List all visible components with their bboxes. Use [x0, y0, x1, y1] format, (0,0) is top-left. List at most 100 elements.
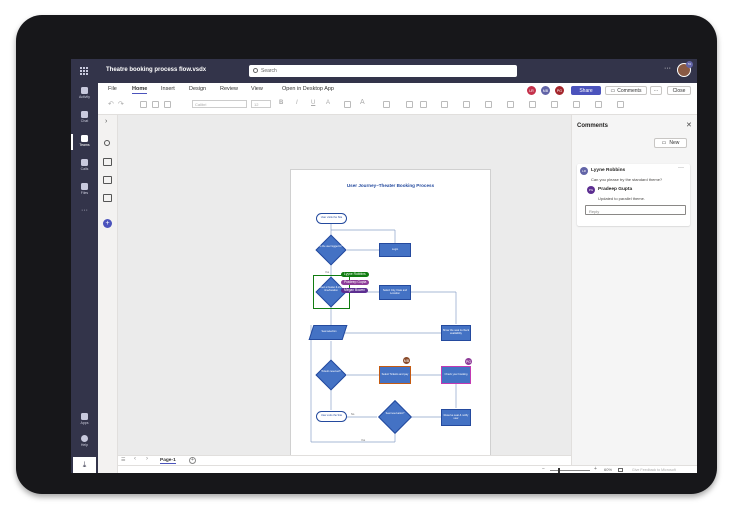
shape-style-icon[interactable] [441, 101, 448, 108]
tablet-frame: Theatre booking process flow.vsdx Search… [16, 15, 717, 494]
comments-button[interactable]: ▭ Comments [605, 86, 647, 95]
share-label: Share [579, 87, 593, 94]
tab-file[interactable]: File [108, 86, 117, 92]
shape-booking-confirm[interactable]: Check your booking [441, 366, 471, 384]
page-list-icon[interactable]: ☰ [121, 457, 125, 463]
ribbon-more-button[interactable]: ··· [650, 86, 662, 95]
tab-view[interactable]: View [251, 86, 263, 92]
layers-icon[interactable] [551, 101, 558, 108]
download-icon[interactable]: ⤓ [73, 457, 96, 473]
drawing-canvas[interactable]: User Journey–Theater Booking Process Use… [118, 115, 571, 459]
shape-select-city[interactable]: Select City, Date and Location [379, 285, 411, 300]
open-in-desktop-button[interactable]: Open in Desktop App [282, 86, 334, 92]
yes-label-2: Yes [361, 439, 366, 442]
new-comment-icon: ▭ [661, 140, 667, 146]
shape-start[interactable]: User visits the Site [316, 213, 347, 224]
close-comments-icon[interactable]: ✕ [686, 121, 692, 129]
page-tabs-bar: ☰ ‹ › Page-1 + [118, 455, 571, 465]
app-launcher-icon[interactable] [80, 67, 88, 75]
collab-bubble-pg: PG [464, 357, 473, 366]
presence-avatar-1[interactable]: LR [526, 85, 537, 96]
shape-select-tickets[interactable]: Select Ticket/s and pay [379, 366, 411, 384]
cursor-tag-lyyne: Lyyne Robbins [341, 272, 369, 278]
line-icon[interactable] [420, 101, 427, 108]
zoom-slider[interactable] [550, 469, 590, 471]
bold-button[interactable]: B [279, 100, 283, 106]
prev-page-button[interactable]: ‹ [134, 456, 136, 462]
underline-button[interactable]: U [311, 100, 315, 106]
select-icon[interactable] [617, 101, 624, 108]
shape-user-exits[interactable]: User exits the Site [316, 411, 347, 422]
font-size-select[interactable]: 12 [251, 100, 271, 108]
ribbon: File Home Insert Design Review View Open… [98, 83, 697, 115]
fit-page-icon[interactable] [618, 467, 623, 472]
zoom-slider-thumb[interactable] [558, 467, 560, 473]
rail-item-apps[interactable]: Apps [71, 413, 98, 425]
basic-shapes-icon[interactable] [103, 158, 112, 166]
tab-design[interactable]: Design [189, 86, 206, 92]
zoom-out-button[interactable]: − [542, 466, 545, 472]
tab-review[interactable]: Review [220, 86, 238, 92]
grow-font-button[interactable]: A [360, 99, 365, 106]
shape-login[interactable]: Login [379, 243, 411, 257]
shape-extra[interactable]: Reserve seat & notify user [441, 409, 471, 426]
rail-item-teams[interactable]: Teams [71, 135, 98, 147]
italic-button[interactable]: I [296, 100, 298, 106]
zoom-in-button[interactable]: + [594, 466, 597, 472]
user-status-badge: TA [686, 61, 693, 68]
paste-icon[interactable] [164, 101, 171, 108]
rail-item-activity[interactable]: Activity [71, 87, 98, 99]
align-icon[interactable] [383, 101, 390, 108]
comment-thread-card[interactable]: LR Lyyne Robbins ··· Can you please try … [577, 164, 690, 226]
redo-icon[interactable]: ↷ [118, 100, 124, 108]
search-shapes-icon[interactable] [104, 140, 110, 146]
seat-selection-label: Seat selection [321, 330, 337, 333]
presence-avatar-3[interactable]: PG [554, 85, 565, 96]
stencil-icon[interactable] [103, 194, 112, 202]
presence-avatar-2[interactable]: MB [540, 85, 551, 96]
group-icon[interactable] [529, 101, 536, 108]
zoom-level[interactable]: 60% [604, 467, 612, 472]
rail-item-chat[interactable]: Chat [71, 111, 98, 123]
expand-panel-icon[interactable]: › [105, 118, 107, 125]
arrange-icon[interactable] [507, 101, 514, 108]
position-icon[interactable] [485, 101, 492, 108]
rail-item-help[interactable]: Help [71, 435, 98, 447]
drawing-page[interactable]: User Journey–Theater Booking Process Use… [290, 169, 491, 459]
more-options-button[interactable]: ··· [664, 65, 671, 72]
text-box-icon[interactable] [344, 101, 351, 108]
cut-icon[interactable] [140, 101, 147, 108]
decision-seat-label: Seat reservation? [385, 412, 405, 415]
comments-title: Comments [577, 123, 609, 129]
rail-item-more[interactable]: ··· [71, 207, 98, 214]
editing-icon[interactable] [595, 101, 602, 108]
share-button[interactable]: Share [571, 86, 601, 95]
connector-icon[interactable] [463, 101, 470, 108]
rail-item-calls[interactable]: Calls [71, 159, 98, 171]
rail-item-files[interactable]: Files [71, 183, 98, 195]
tab-insert[interactable]: Insert [161, 86, 175, 92]
comment-icon: ▭ [610, 87, 616, 94]
new-comment-button[interactable]: ▭ New [654, 138, 687, 148]
next-page-button[interactable]: › [146, 456, 148, 462]
comment-more-button[interactable]: ··· [678, 165, 684, 171]
undo-icon[interactable]: ↶ [108, 100, 114, 108]
fill-icon[interactable] [406, 101, 413, 108]
user-avatar[interactable]: TA [677, 61, 693, 77]
reply-input[interactable]: Reply [585, 205, 686, 215]
feedback-link[interactable]: Give Feedback to Microsoft [632, 468, 676, 472]
font-name-select[interactable]: Calibri [192, 100, 247, 108]
add-page-button[interactable]: + [189, 456, 196, 464]
shape-show-seats[interactable]: Show the seat & check availability [441, 325, 471, 341]
search-box[interactable]: Search [249, 65, 517, 77]
flowchart-shapes-icon[interactable] [103, 176, 112, 184]
copy-icon[interactable] [152, 101, 159, 108]
find-icon[interactable] [573, 101, 580, 108]
close-button[interactable]: Close [667, 86, 691, 95]
teams-icon [81, 135, 88, 142]
add-shapes-icon[interactable]: + [103, 219, 112, 228]
font-color-button[interactable]: A [326, 100, 330, 106]
search-placeholder: Search [261, 67, 277, 74]
page-tab-current[interactable]: Page-1 [160, 458, 176, 464]
tab-home[interactable]: Home [132, 86, 148, 94]
